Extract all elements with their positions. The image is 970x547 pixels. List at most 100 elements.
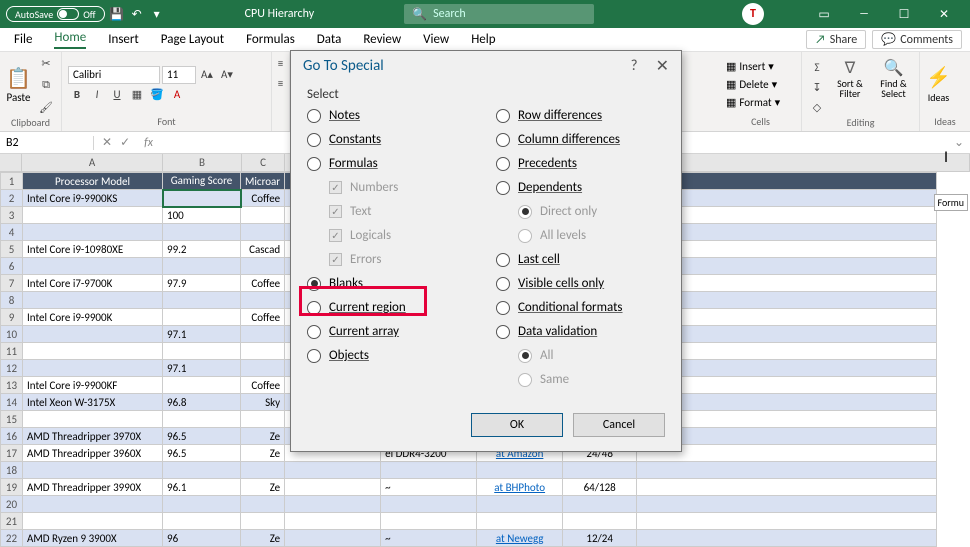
save-icon[interactable]: 💾 — [109, 6, 125, 22]
tab-insert[interactable]: Insert — [108, 32, 139, 47]
tab-help[interactable]: Help — [471, 32, 495, 47]
col-header-C[interactable]: C — [242, 154, 285, 172]
table-header[interactable]: Microar — [241, 173, 285, 190]
cell[interactable] — [241, 207, 285, 224]
cell[interactable]: Ze — [241, 445, 285, 462]
cell[interactable]: 96.8 — [163, 394, 241, 411]
cell[interactable]: 96.1 — [163, 479, 241, 496]
cell[interactable]: AMD Ryzen 9 3900X — [23, 530, 163, 547]
cell[interactable]: ~ — [381, 479, 477, 496]
ideas-button[interactable]: ⚡ Ideas — [926, 65, 951, 104]
paste-button[interactable]: 📋 Paste — [6, 66, 31, 104]
grow-font-icon[interactable]: A▴ — [198, 66, 216, 84]
cell[interactable] — [381, 513, 477, 530]
option-carray[interactable]: Current array — [307, 324, 476, 339]
cell[interactable]: at Newegg — [477, 530, 563, 547]
cell[interactable]: 64/128 — [563, 479, 637, 496]
cell[interactable] — [23, 224, 163, 241]
close-icon[interactable]: ✕ — [924, 0, 964, 28]
cell[interactable]: Intel Xeon W-3175X — [23, 394, 163, 411]
row-header[interactable]: 22 — [1, 530, 23, 547]
tab-file[interactable]: File — [14, 32, 32, 47]
cell[interactable]: Coffee — [241, 377, 285, 394]
cell[interactable]: Cascad — [241, 241, 285, 258]
row-header[interactable]: 6 — [1, 258, 23, 275]
option-last[interactable]: Last cell — [496, 252, 665, 267]
row-header[interactable]: 10 — [1, 326, 23, 343]
cell[interactable] — [285, 462, 381, 479]
cell[interactable] — [285, 479, 381, 496]
cell[interactable] — [23, 411, 163, 428]
cell[interactable]: Intel Core i7-9700K — [23, 275, 163, 292]
option-coldiff[interactable]: Column differences — [496, 132, 665, 147]
format-painter-icon[interactable]: 🖌 — [37, 98, 55, 116]
cell[interactable] — [563, 513, 637, 530]
cell[interactable] — [285, 496, 381, 513]
cell[interactable] — [241, 513, 285, 530]
cancel-formula-icon[interactable]: ✕ — [102, 135, 112, 150]
tab-view[interactable]: View — [423, 32, 449, 47]
cell[interactable]: Ze — [241, 479, 285, 496]
col-header-B[interactable]: B — [163, 154, 242, 172]
cut-icon[interactable]: ✂ — [37, 54, 55, 72]
cell[interactable]: 96.5 — [163, 445, 241, 462]
tab-review[interactable]: Review — [363, 32, 401, 47]
fx-label[interactable]: fx — [138, 136, 159, 150]
cell[interactable] — [477, 513, 563, 530]
row-header[interactable]: 7 — [1, 275, 23, 292]
help-button[interactable]: ? — [631, 57, 638, 75]
cell[interactable]: ~ — [381, 530, 477, 547]
cell[interactable]: 100 — [163, 207, 241, 224]
cells-format[interactable]: ▦Format ▾ — [726, 94, 780, 112]
cell[interactable] — [163, 496, 241, 513]
row-header[interactable]: 2 — [1, 190, 23, 207]
copy-icon[interactable]: ⧉ — [37, 76, 55, 94]
find-select-button[interactable]: 🔍 Find & Select — [874, 58, 913, 99]
enter-formula-icon[interactable]: ✓ — [120, 135, 130, 150]
cell[interactable]: Ze — [241, 428, 285, 445]
cell[interactable]: AMD Threadripper 3960X — [23, 445, 163, 462]
option-blanks[interactable]: Blanks — [307, 276, 476, 291]
option-objects[interactable]: Objects — [307, 348, 476, 363]
tab-data[interactable]: Data — [317, 32, 342, 47]
row-header[interactable]: 18 — [1, 462, 23, 479]
row-header[interactable]: 21 — [1, 513, 23, 530]
cell[interactable] — [163, 224, 241, 241]
row-header[interactable]: 13 — [1, 377, 23, 394]
cell[interactable] — [23, 513, 163, 530]
option-visible[interactable]: Visible cells only — [496, 276, 665, 291]
fill-icon[interactable]: ↧ — [808, 78, 826, 96]
cell[interactable] — [477, 496, 563, 513]
cell[interactable] — [163, 377, 241, 394]
cell[interactable] — [23, 360, 163, 377]
row-header[interactable]: 16 — [1, 428, 23, 445]
option-precedents[interactable]: Precedents — [496, 156, 665, 171]
cell[interactable] — [285, 513, 381, 530]
cell[interactable]: Intel Core i9-9900K — [23, 309, 163, 326]
option-dataval[interactable]: Data validation — [496, 324, 665, 339]
cell[interactable] — [23, 462, 163, 479]
cell[interactable] — [23, 258, 163, 275]
user-avatar[interactable]: T — [742, 3, 764, 25]
cell[interactable] — [23, 207, 163, 224]
bold-icon[interactable]: B — [68, 86, 86, 104]
row-header[interactable]: 19 — [1, 479, 23, 496]
row-header[interactable]: 15 — [1, 411, 23, 428]
cell[interactable] — [241, 292, 285, 309]
cell[interactable]: at BHPhoto — [477, 479, 563, 496]
option-rowdiff[interactable]: Row differences — [496, 108, 665, 123]
cell[interactable] — [241, 258, 285, 275]
autosave-toggle[interactable]: AutoSave Off — [6, 6, 105, 22]
italic-icon[interactable]: I — [88, 86, 106, 104]
cell[interactable] — [23, 343, 163, 360]
ok-button[interactable]: OK — [471, 413, 563, 437]
cell[interactable]: 97.1 — [163, 326, 241, 343]
minimize-icon[interactable]: ― — [844, 0, 884, 28]
cell[interactable] — [241, 343, 285, 360]
cell[interactable]: Coffee — [241, 190, 285, 207]
cell[interactable] — [241, 411, 285, 428]
font-size-select[interactable]: 11 — [162, 66, 196, 84]
cell[interactable] — [241, 326, 285, 343]
cell[interactable] — [163, 513, 241, 530]
option-condfmt[interactable]: Conditional formats — [496, 300, 665, 315]
